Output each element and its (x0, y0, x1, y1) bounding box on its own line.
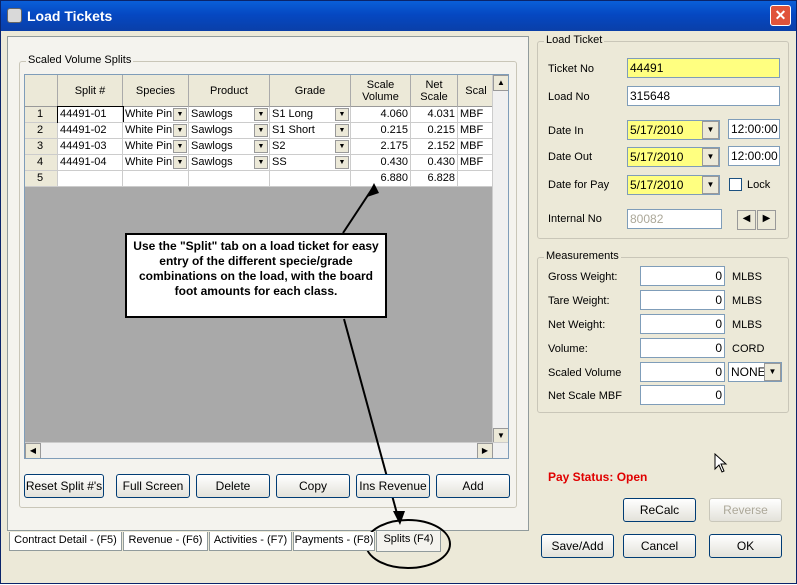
group-label: Load Ticket (544, 34, 605, 46)
ok-button[interactable]: OK (709, 534, 782, 558)
copy-button[interactable]: Copy (276, 474, 350, 498)
cancel-button[interactable]: Cancel (623, 534, 696, 558)
gross-weight-label: Gross Weight: (548, 271, 618, 283)
net-weight-input[interactable]: 0 (640, 314, 725, 334)
add-button[interactable]: Add (436, 474, 510, 498)
load-tickets-window: Load Tickets ✕ Scaled Volume Splits Spli… (0, 0, 797, 584)
gross-weight-input[interactable]: 0 (640, 266, 725, 286)
mouse-cursor-icon (714, 453, 728, 473)
tab-contract-detail[interactable]: Contract Detail - (F5) (9, 532, 122, 551)
load-no-label: Load No (548, 91, 590, 103)
reverse-button: Reverse (709, 498, 782, 522)
tab-payments[interactable]: Payments - (F8) (293, 532, 375, 551)
time-in-input[interactable]: 12:00:00 (728, 119, 780, 139)
net-scale-mbf-input[interactable]: 0 (640, 385, 725, 405)
scaled-volume-label: Scaled Volume (548, 367, 622, 379)
dropdown-icon[interactable]: ▼ (702, 121, 719, 139)
pay-status: Pay Status: Open (548, 470, 648, 484)
group-label: Measurements (544, 250, 621, 262)
date-pay-label: Date for Pay (548, 179, 610, 191)
volume-input[interactable]: 0 (640, 338, 725, 358)
ticket-no-input[interactable]: 44491 (627, 58, 780, 78)
tab-activities[interactable]: Activities - (F7) (209, 532, 292, 551)
net-weight-unit: MLBS (732, 319, 762, 331)
date-in-label: Date In (548, 125, 584, 137)
tare-weight-unit: MLBS (732, 295, 762, 307)
full-screen-button[interactable]: Full Screen (116, 474, 190, 498)
lock-checkbox[interactable] (729, 178, 742, 191)
gross-weight-unit: MLBS (732, 271, 762, 283)
dropdown-icon[interactable]: ▼ (702, 148, 719, 166)
lock-label: Lock (747, 179, 771, 191)
internal-no-input: 80082 (627, 209, 722, 229)
save-add-button[interactable]: Save/Add (541, 534, 614, 558)
scaled-volume-input[interactable]: 0 (640, 362, 725, 382)
net-weight-label: Net Weight: (548, 319, 606, 331)
volume-label: Volume: (548, 343, 588, 355)
tab-splits[interactable]: Splits (F4) (376, 531, 441, 552)
next-record-icon[interactable]: ▶ (757, 210, 776, 230)
tare-weight-input[interactable]: 0 (640, 290, 725, 310)
delete-button[interactable]: Delete (196, 474, 270, 498)
tare-weight-label: Tare Weight: (548, 295, 610, 307)
recalc-button[interactable]: ReCalc (623, 498, 696, 522)
dropdown-icon[interactable]: ▼ (702, 176, 719, 194)
dropdown-icon[interactable]: ▼ (764, 363, 781, 381)
prev-record-icon[interactable]: ◀ (737, 210, 756, 230)
callout-box: Use the "Split" tab on a load ticket for… (125, 233, 387, 318)
net-scale-mbf-label: Net Scale MBF (548, 390, 622, 402)
reset-split-button[interactable]: Reset Split #'s (24, 474, 104, 498)
internal-no-label: Internal No (548, 213, 602, 225)
ins-revenue-button[interactable]: Ins Revenue (356, 474, 430, 498)
ticket-no-label: Ticket No (548, 63, 595, 75)
date-out-label: Date Out (548, 151, 593, 163)
tab-revenue[interactable]: Revenue - (F6) (123, 532, 208, 551)
volume-unit: CORD (732, 343, 765, 355)
time-out-input[interactable]: 12:00:00 (728, 146, 780, 166)
load-no-input[interactable]: 315648 (627, 86, 780, 106)
